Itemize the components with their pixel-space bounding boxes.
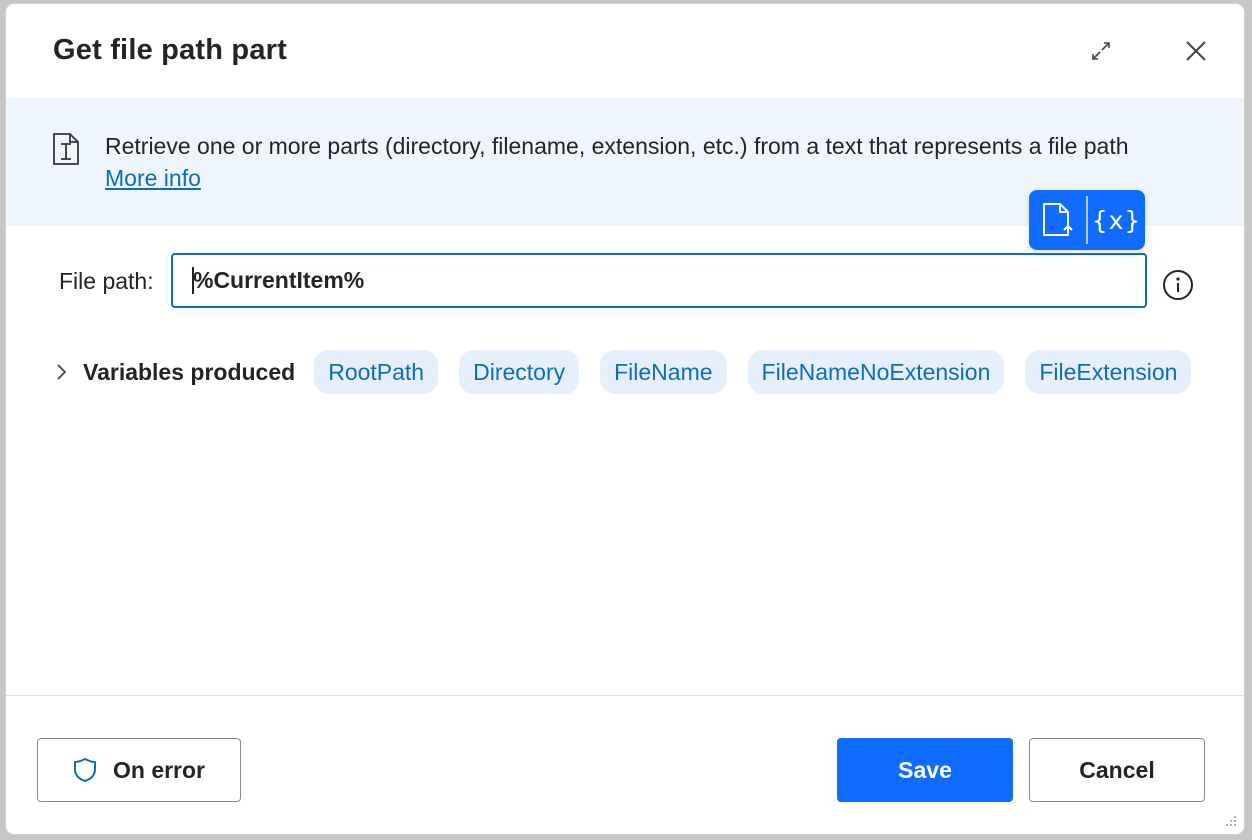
variable-picker-popup: {x} (1029, 190, 1145, 250)
variable-icon: {x} (1091, 205, 1142, 235)
expand-icon (1092, 42, 1110, 60)
insert-variable-button[interactable]: {x} (1088, 190, 1145, 250)
on-error-label: On error (112, 756, 206, 783)
dialog: Get file path part Retrieve one or more … (6, 4, 1244, 834)
chevron-right-icon (57, 364, 67, 380)
expand-button[interactable] (1084, 34, 1118, 68)
dialog-title: Get file path part (53, 34, 288, 66)
file-path-value: %CurrentItem% (193, 267, 365, 293)
document-text-icon (53, 133, 79, 165)
footer-divider (6, 695, 1244, 696)
action-description: Retrieve one or more parts (directory, f… (105, 133, 1129, 159)
on-error-button[interactable]: On error (37, 738, 241, 802)
select-file-button[interactable] (1029, 190, 1086, 250)
cancel-button[interactable]: Cancel (1029, 738, 1205, 802)
expand-variables-toggle[interactable] (54, 362, 74, 382)
variables-produced-row: Variables produced RootPath Directory Fi… (54, 349, 1212, 395)
file-path-label: File path: (59, 268, 154, 294)
file-path-input[interactable]: %CurrentItem% (171, 253, 1147, 308)
more-info-link[interactable]: More info (105, 162, 201, 194)
variable-chip-rootpath[interactable]: RootPath (314, 350, 439, 394)
variable-chip-filenamenoextension[interactable]: FileNameNoExtension (747, 350, 1005, 394)
variable-chip-fileextension[interactable]: FileExtension (1025, 350, 1192, 394)
resize-grip-icon[interactable] (1224, 814, 1238, 828)
close-icon (1186, 41, 1206, 61)
shield-icon (73, 757, 97, 783)
info-icon[interactable] (1162, 269, 1194, 301)
file-upload-icon (1042, 203, 1073, 236)
close-button[interactable] (1177, 32, 1215, 70)
variables-produced-label: Variables produced (83, 358, 296, 385)
variable-chip-filename[interactable]: FileName (600, 350, 727, 394)
variable-chip-directory[interactable]: Directory (459, 350, 580, 394)
save-button[interactable]: Save (837, 738, 1013, 802)
